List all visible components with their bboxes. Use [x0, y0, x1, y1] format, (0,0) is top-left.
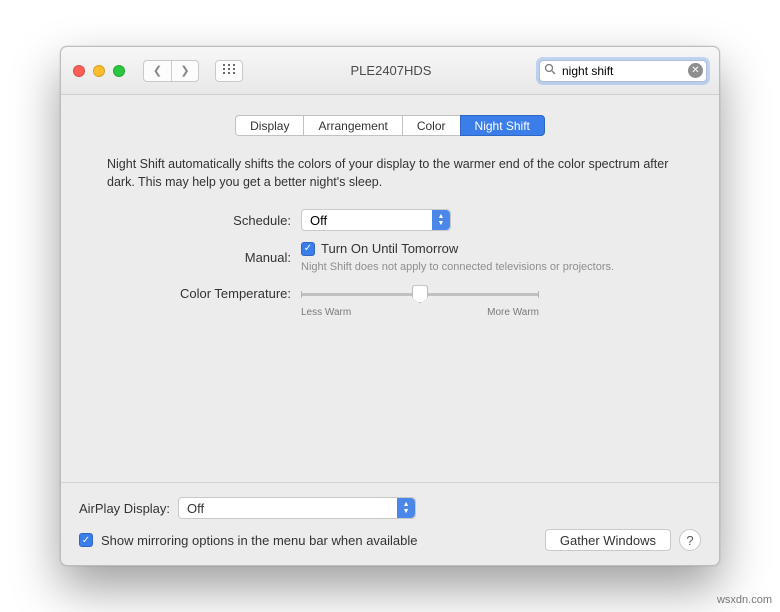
color-temp-row: Color Temperature: Less Warm More Warm [97, 284, 683, 318]
help-button[interactable]: ? [679, 529, 701, 551]
tab-arrangement[interactable]: Arrangement [303, 115, 401, 136]
airplay-value: Off [187, 501, 204, 516]
slider-tick [538, 291, 539, 298]
color-temp-slider[interactable]: Less Warm More Warm [301, 284, 539, 318]
tab-display[interactable]: Display [235, 115, 303, 136]
search-field-wrap: ✕ [539, 60, 707, 82]
footer: AirPlay Display: Off ▲▼ ✓ Show mirroring… [61, 482, 719, 565]
slider-tick [301, 291, 302, 298]
mirroring-row: ✓ Show mirroring options in the menu bar… [79, 529, 701, 551]
chevron-left-icon: ❮ [153, 64, 162, 77]
manual-row: Manual: ✓ Turn On Until Tomorrow Night S… [97, 241, 683, 274]
night-shift-description: Night Shift automatically shifts the col… [97, 156, 683, 209]
manual-label: Manual: [97, 250, 301, 265]
zoom-icon[interactable] [113, 65, 125, 77]
slider-labels: Less Warm More Warm [301, 307, 539, 318]
updown-icon: ▲▼ [397, 498, 415, 518]
color-temp-label: Color Temperature: [97, 284, 301, 301]
forward-button[interactable]: ❯ [171, 60, 199, 82]
tab-color[interactable]: Color [402, 115, 460, 136]
manual-checkbox-label: Turn On Until Tomorrow [321, 241, 458, 256]
pane-body: Display Arrangement Color Night Shift Ni… [61, 95, 719, 482]
x-icon: ✕ [691, 65, 699, 76]
updown-icon: ▲▼ [432, 210, 450, 230]
schedule-row: Schedule: Off ▲▼ [97, 209, 683, 231]
mirroring-label: Show mirroring options in the menu bar w… [101, 533, 418, 548]
back-button[interactable]: ❮ [143, 60, 171, 82]
syspref-window: ❮ ❯ PLE2407HDS [60, 46, 720, 566]
window-title: PLE2407HDS [251, 63, 531, 78]
schedule-select[interactable]: Off ▲▼ [301, 209, 451, 231]
airplay-row: AirPlay Display: Off ▲▼ [79, 497, 701, 519]
slider-min-label: Less Warm [301, 307, 351, 318]
gather-windows-button[interactable]: Gather Windows [545, 529, 671, 551]
help-icon: ? [686, 533, 693, 548]
airplay-select[interactable]: Off ▲▼ [178, 497, 416, 519]
schedule-value: Off [310, 213, 327, 228]
watermark: wsxdn.com [717, 594, 772, 606]
airplay-label: AirPlay Display: [79, 501, 170, 516]
chevron-right-icon: ❯ [180, 64, 189, 77]
schedule-label: Schedule: [97, 213, 301, 228]
checkmark-icon: ✓ [304, 243, 312, 254]
manual-checkbox[interactable]: ✓ [301, 242, 315, 256]
slider-max-label: More Warm [487, 307, 539, 318]
titlebar: ❮ ❯ PLE2407HDS [61, 47, 719, 95]
minimize-icon[interactable] [93, 65, 105, 77]
clear-search-button[interactable]: ✕ [688, 63, 703, 78]
slider-track [301, 284, 539, 304]
tab-strip: Display Arrangement Color Night Shift [97, 115, 683, 136]
slider-thumb[interactable] [412, 285, 428, 303]
mirroring-checkbox[interactable]: ✓ [79, 533, 93, 547]
manual-checkbox-row: ✓ Turn On Until Tomorrow [301, 241, 683, 256]
close-icon[interactable] [73, 65, 85, 77]
search-input[interactable] [539, 60, 707, 82]
checkmark-icon: ✓ [82, 535, 90, 546]
window-controls [73, 65, 125, 77]
grid-icon [223, 64, 235, 77]
nav-buttons: ❮ ❯ [143, 60, 199, 82]
tab-night-shift[interactable]: Night Shift [460, 115, 545, 136]
show-all-button[interactable] [215, 60, 243, 82]
manual-hint: Night Shift does not apply to connected … [301, 260, 683, 274]
